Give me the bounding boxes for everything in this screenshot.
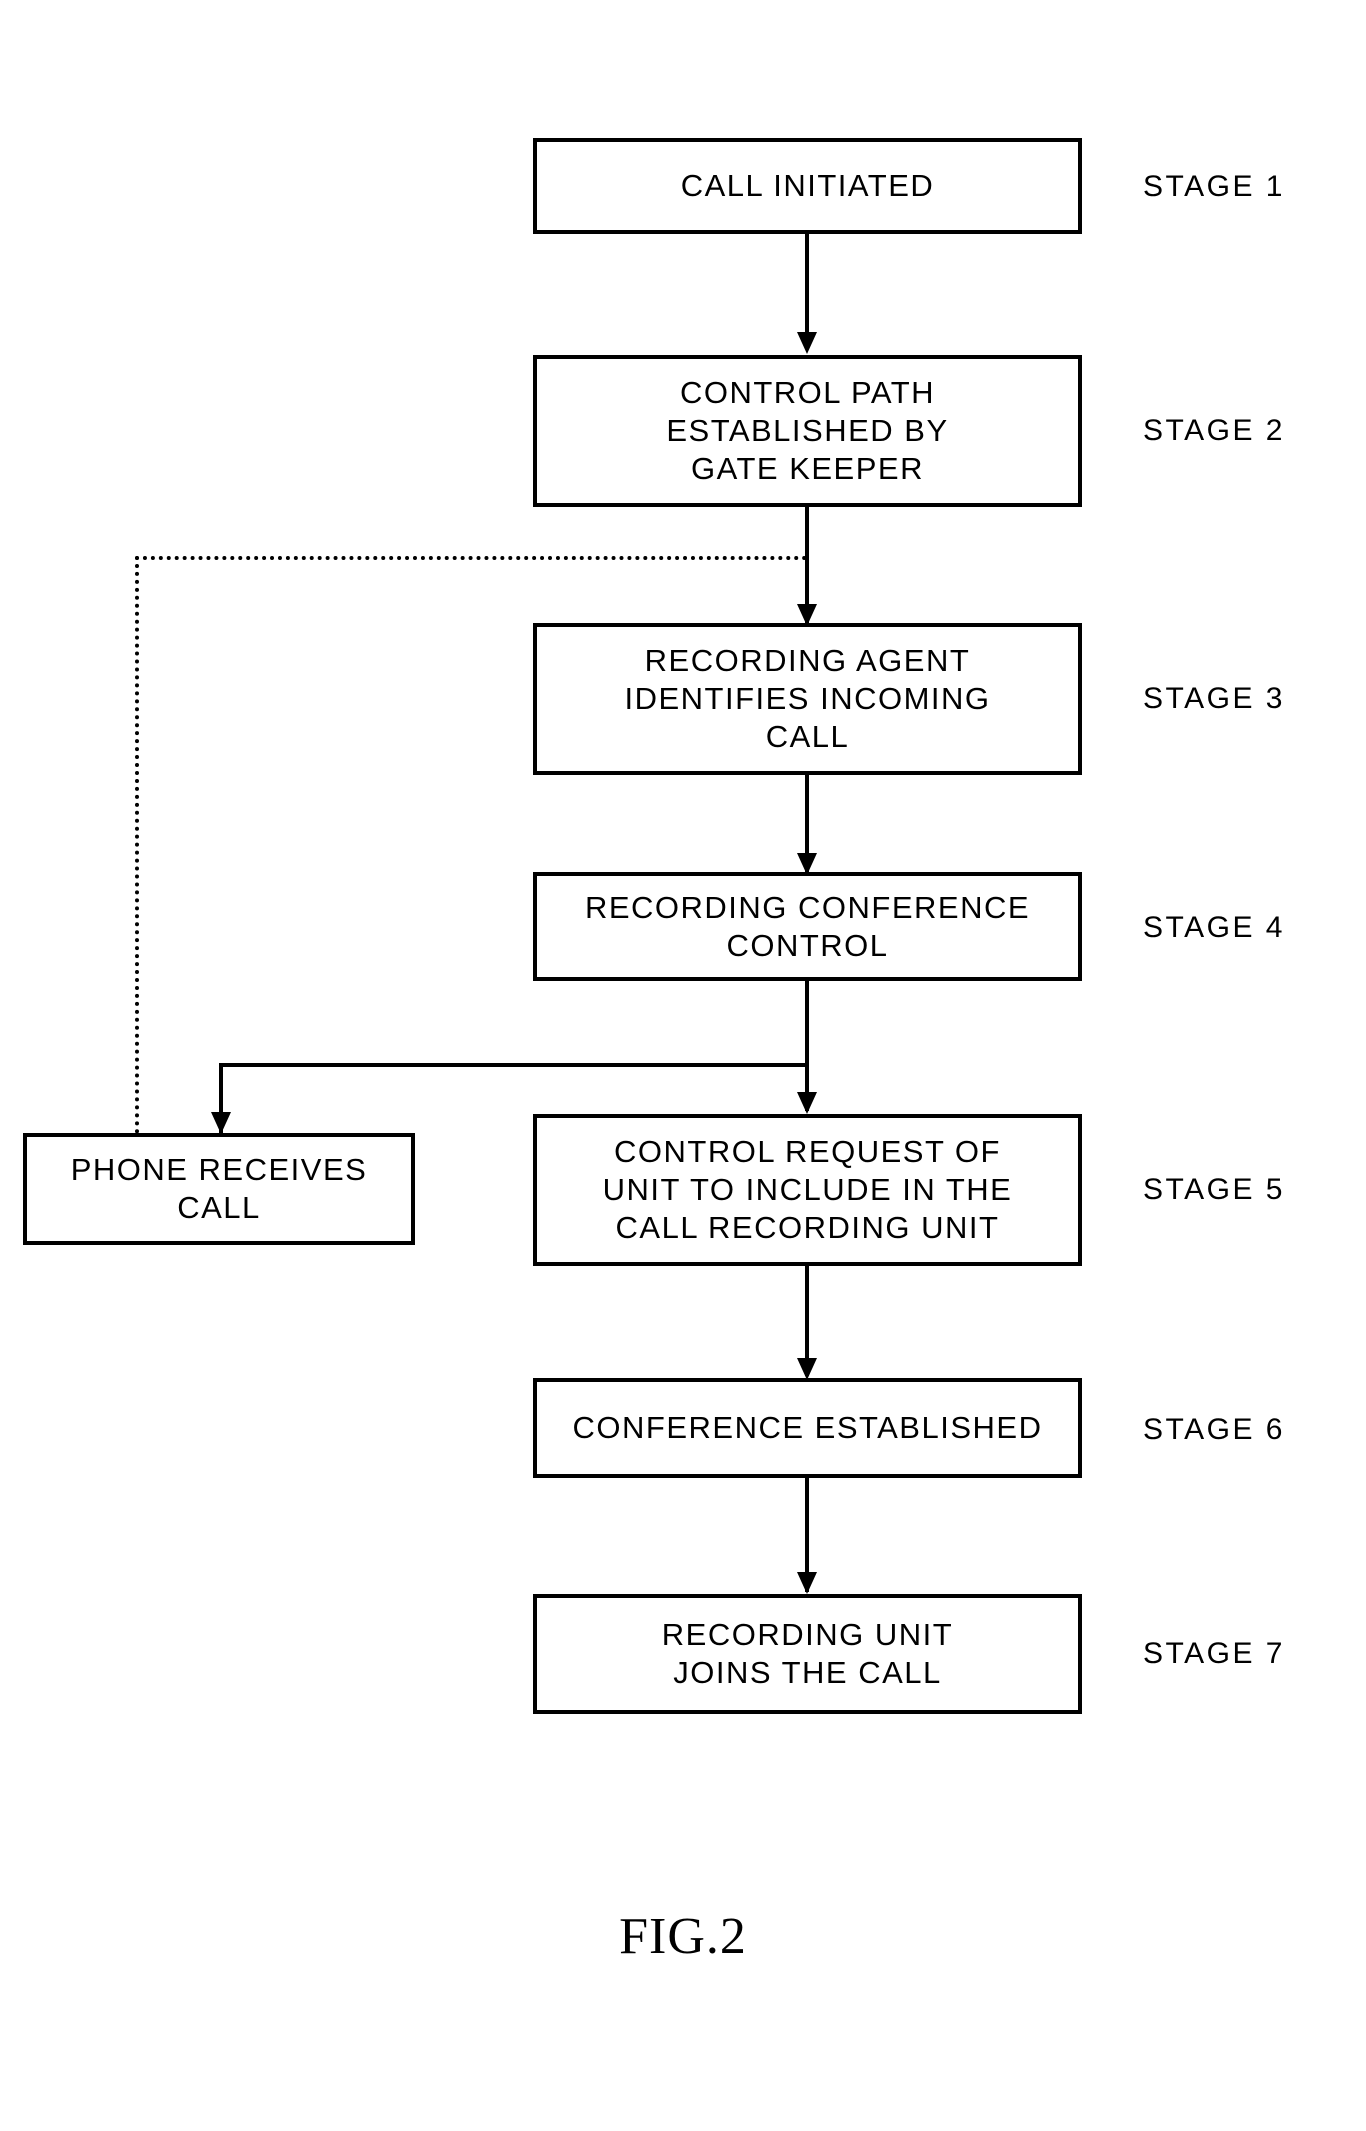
box-conference-established-label: CONFERENCE ESTABLISHED [572, 1410, 1043, 1446]
stage-label-5: STAGE 5 [1143, 1173, 1285, 1206]
connector-1-to-2 [805, 234, 809, 348]
box-control-request: CONTROL REQUEST OF UNIT TO INCLUDE IN TH… [533, 1114, 1082, 1266]
box-recording-agent-label: RECORDING AGENT IDENTIFIES INCOMING CALL [624, 643, 991, 754]
box-recording-conference-control: RECORDING CONFERENCE CONTROL [533, 872, 1082, 981]
box-control-path-label: CONTROL PATH ESTABLISHED BY GATE KEEPER [666, 375, 949, 486]
box-recording-conference-control-label: RECORDING CONFERENCE CONTROL [584, 889, 1031, 963]
box-control-path: CONTROL PATH ESTABLISHED BY GATE KEEPER [533, 355, 1082, 507]
stage-label-3: STAGE 3 [1143, 682, 1285, 715]
stage-label-2: STAGE 2 [1143, 414, 1285, 447]
box-phone-receives-call-label: PHONE RECEIVES CALL [70, 1152, 368, 1225]
figure-caption: FIG.2 [619, 1908, 747, 1965]
box-phone-receives-call: PHONE RECEIVES CALL [23, 1133, 415, 1245]
arrowhead-4-to-5 [797, 1092, 817, 1114]
stage-label-7: STAGE 7 [1143, 1637, 1285, 1670]
box-control-request-label: CONTROL REQUEST OF UNIT TO INCLUDE IN TH… [602, 1134, 1013, 1245]
figure-canvas: CALL INITIATED STAGE 1 CONTROL PATH ESTA… [0, 0, 1366, 2131]
stage-label-6: STAGE 6 [1143, 1413, 1285, 1446]
stage-label-1: STAGE 1 [1143, 170, 1285, 203]
arrowhead-branch-to-phone [211, 1112, 231, 1134]
box-call-initiated-label: CALL INITIATED [680, 168, 935, 204]
branch-to-phone-horizontal [219, 1063, 809, 1067]
feedback-dotted-vertical [135, 556, 139, 1134]
box-recording-unit-joins: RECORDING UNIT JOINS THE CALL [533, 1594, 1082, 1714]
arrowhead-6-to-7 [797, 1572, 817, 1594]
arrowhead-5-to-6 [797, 1358, 817, 1380]
box-conference-established: CONFERENCE ESTABLISHED [533, 1378, 1082, 1478]
stage-label-4: STAGE 4 [1143, 911, 1285, 944]
feedback-dotted-horizontal [135, 556, 807, 560]
box-recording-unit-joins-label: RECORDING UNIT JOINS THE CALL [661, 1617, 954, 1690]
box-call-initiated: CALL INITIATED [533, 138, 1082, 234]
arrowhead-1-to-2 [797, 332, 817, 354]
box-recording-agent: RECORDING AGENT IDENTIFIES INCOMING CALL [533, 623, 1082, 775]
